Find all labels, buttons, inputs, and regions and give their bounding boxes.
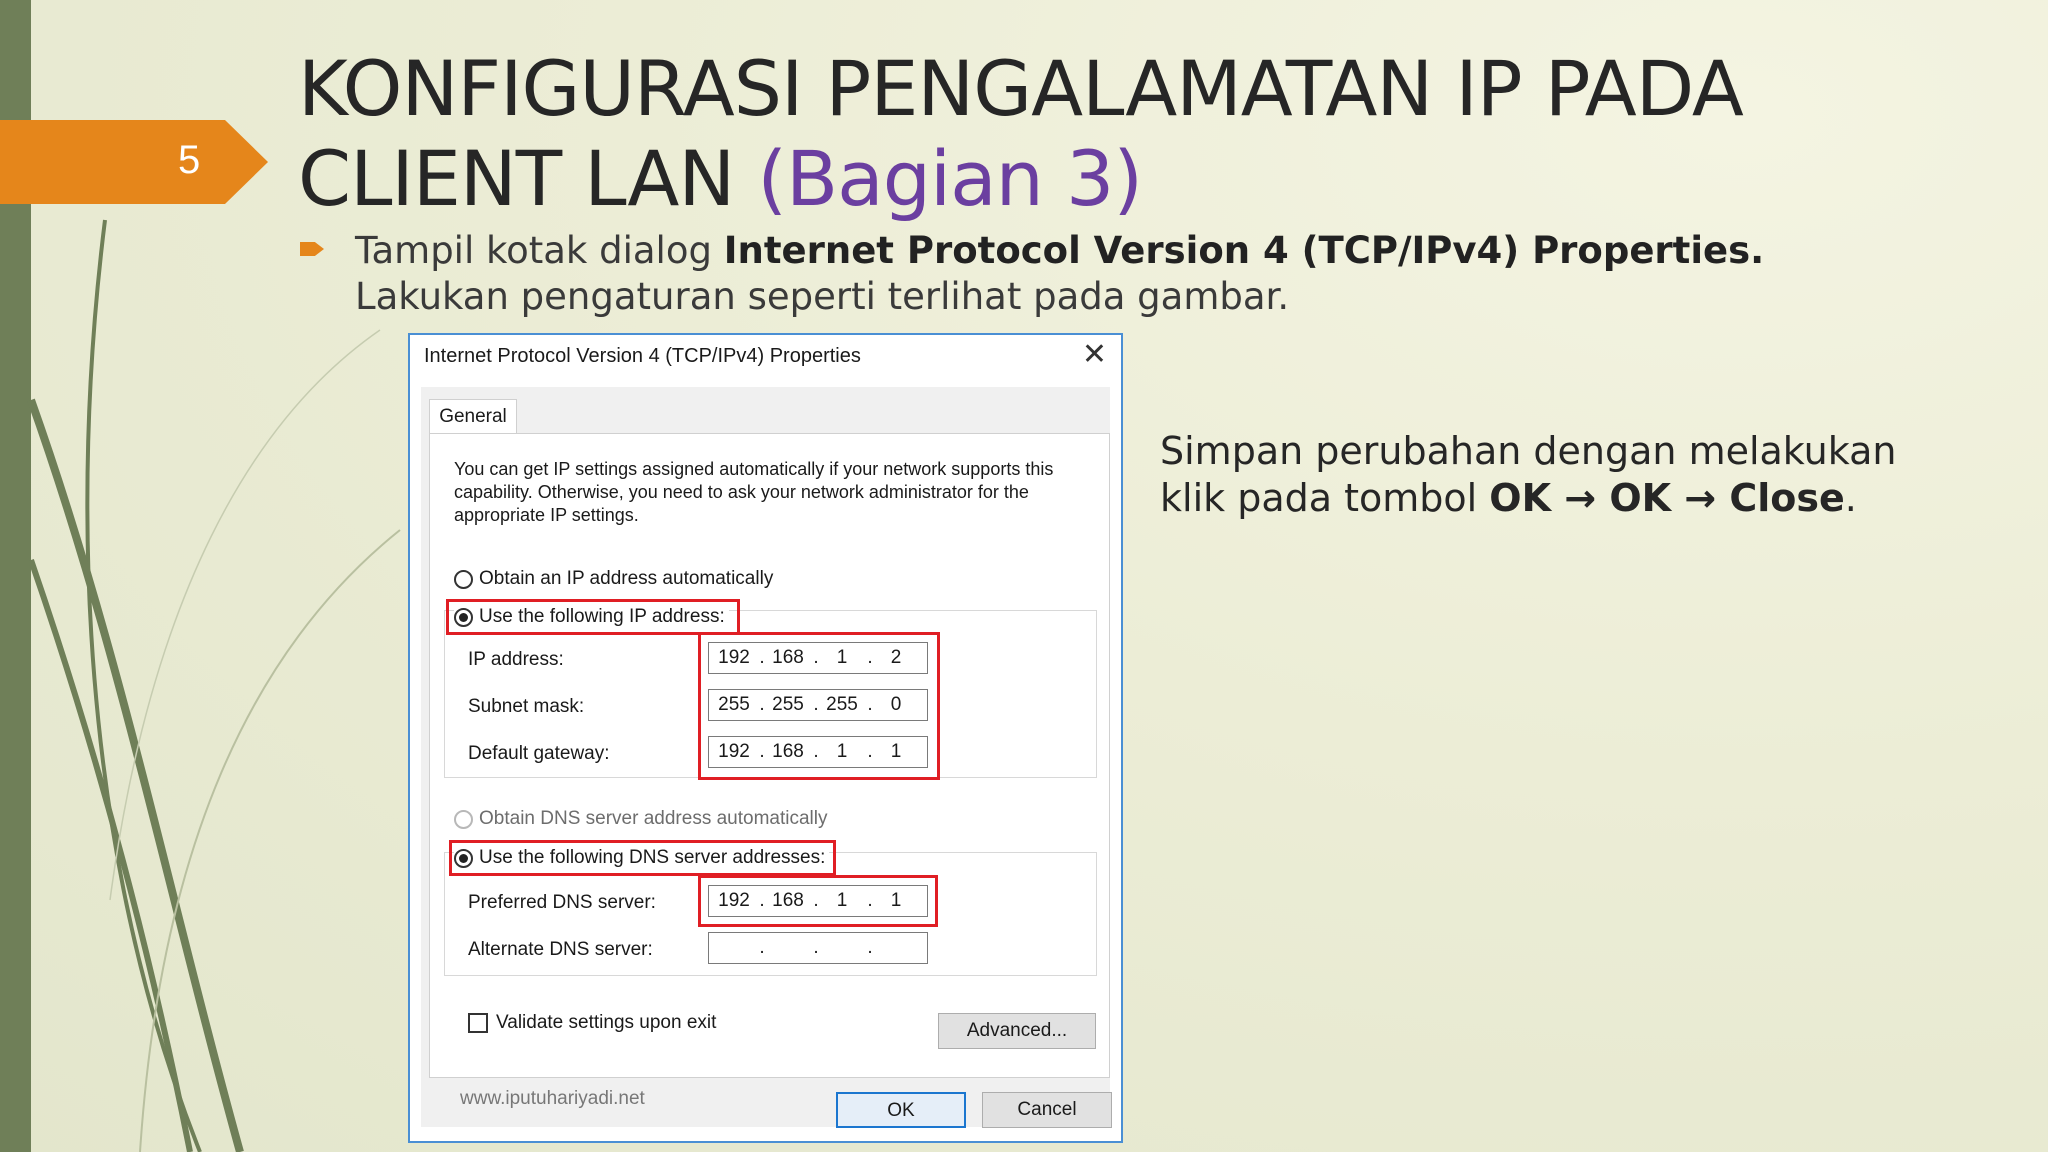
side-note-pre: klik pada tombol [1160,476,1490,520]
validate-settings-label: Validate settings upon exit [496,1012,717,1033]
radio-disabled-icon [454,809,473,829]
checkbox-icon [468,1013,488,1033]
ip-octet-2: 168 [772,647,804,668]
radio-obtain-dns-auto-label: Obtain DNS server address automatically [479,808,828,829]
title-line-2: CLIENT LAN (Bagian 3) [298,134,1743,224]
radio-obtain-ip-auto-label: Obtain an IP address automatically [479,568,774,589]
dialog-title: Internet Protocol Version 4 (TCP/IPv4) P… [424,345,861,367]
dialog-body: General You can get IP settings assigned… [421,387,1112,1128]
tab-general[interactable]: General [429,399,517,434]
side-note: Simpan perubahan dengan melakukan klik p… [1160,428,1960,522]
cancel-button[interactable]: Cancel [982,1092,1112,1128]
gateway-octet-2: 168 [772,741,804,762]
subnet-octet-2: 255 [772,694,804,715]
ok-button[interactable]: OK [836,1092,966,1128]
subnet-octet-1: 255 [718,694,750,715]
ip-dot: . [759,937,765,958]
ip-octet-1: 192 [718,647,750,668]
gateway-octet-3: 1 [836,741,848,762]
side-note-bold: OK → OK → Close [1489,476,1845,520]
side-note-end: . [1844,476,1857,520]
radio-selected-icon [454,848,473,868]
subnet-octet-3: 255 [826,694,858,715]
radio-use-following-ip[interactable]: Use the following IP address: [454,606,729,628]
title-line-2-text: CLIENT LAN [298,134,735,223]
title-line-1: KONFIGURASI PENGALAMATAN IP PADA [298,44,1744,133]
bullet-paragraph: Tampil kotak dialog Internet Protocol Ve… [300,228,1820,320]
bullet-text-pre: Tampil kotak dialog [355,229,724,272]
subnet-mask-field[interactable]: 255. 255. 255. 0 [708,689,928,721]
bullet-text-bold: Internet Protocol Version 4 (TCP/IPv4) P… [723,229,1765,272]
ip-dot: . [813,937,819,958]
dns-octet-3: 1 [836,890,848,911]
radio-use-following-ip-label: Use the following IP address: [479,606,725,627]
ipv4-properties-dialog: Internet Protocol Version 4 (TCP/IPv4) P… [408,333,1123,1143]
default-gateway-label: Default gateway: [468,743,610,764]
slide-title: KONFIGURASI PENGALAMATAN IP PADA CLIENT … [298,44,1744,224]
side-note-line-1: Simpan perubahan dengan melakukan [1160,429,1897,473]
validate-settings-checkbox[interactable]: Validate settings upon exit [468,1012,716,1034]
ip-address-field[interactable]: 192. 168. 1. 2 [708,642,928,674]
radio-selected-icon [454,607,473,627]
dns-octet-2: 168 [772,890,804,911]
dns-octet-1: 192 [718,890,750,911]
close-icon[interactable]: ✕ [1082,337,1107,372]
subnet-mask-label: Subnet mask: [468,696,585,717]
preferred-dns-label: Preferred DNS server: [468,892,656,913]
subnet-octet-4: 0 [890,694,902,715]
bullet-arrow-icon [300,242,324,256]
radio-use-following-dns[interactable]: Use the following DNS server addresses: [454,847,830,869]
gateway-octet-4: 1 [890,741,902,762]
title-accent: (Bagian 3) [757,134,1143,223]
bullet-text-post: Lakukan pengaturan seperti terlihat pada… [355,275,1290,318]
radio-obtain-dns-auto[interactable]: Obtain DNS server address automatically [454,808,827,830]
default-gateway-field[interactable]: 192. 168. 1. 1 [708,736,928,768]
preferred-dns-field[interactable]: 192. 168. 1. 1 [708,885,928,917]
ip-dot: . [867,937,873,958]
gateway-octet-1: 192 [718,741,750,762]
bullet-text: Tampil kotak dialog Internet Protocol Ve… [355,228,1820,320]
side-note-line-2: klik pada tombol OK → OK → Close. [1160,475,1960,522]
dns-octet-4: 1 [890,890,902,911]
ip-address-label: IP address: [468,649,564,670]
advanced-button[interactable]: Advanced... [938,1013,1096,1049]
ip-octet-4: 2 [890,647,902,668]
alternate-dns-field[interactable]: . . . [708,932,928,964]
radio-use-following-dns-label: Use the following DNS server addresses: [479,847,826,868]
ip-octet-3: 1 [836,647,848,668]
slide-number: 5 [178,138,201,182]
slide-number-badge: 5 [0,120,268,204]
radio-obtain-ip-auto[interactable]: Obtain an IP address automatically [454,568,773,590]
radio-button-icon [454,569,473,589]
alternate-dns-label: Alternate DNS server: [468,939,653,960]
general-panel: You can get IP settings assigned automat… [429,433,1110,1109]
watermark: www.iputuhariyadi.net [460,1088,645,1109]
dialog-description: You can get IP settings assigned automat… [454,459,1054,525]
